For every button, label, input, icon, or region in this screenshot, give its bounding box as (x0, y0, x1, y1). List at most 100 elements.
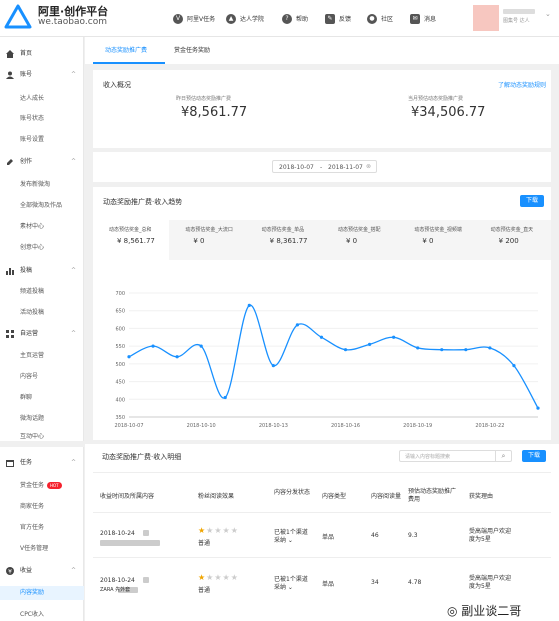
trend-title: 动态奖励推广费·收入趋势 (103, 198, 183, 206)
x-tick-label: 2018-10-10 (187, 423, 216, 429)
nav-v-task[interactable]: V 阿里V任务 (173, 0, 215, 37)
metric-tab[interactable]: 动态预估奖金_大流口 ¥ 0 (169, 220, 246, 260)
sidebar-item-all-works[interactable]: 全部微淘及作品 (0, 199, 84, 213)
sidebar-item-home[interactable]: 首页 (0, 47, 84, 61)
col-header-fan-effect: 粉丝阅读效果 (198, 493, 235, 500)
col-header-reason: 获奖理由 (469, 493, 494, 500)
data-point[interactable] (127, 355, 131, 359)
nav-academy[interactable]: ▲ 达人学院 (226, 0, 264, 37)
metric-tab[interactable]: 动态预估奖金_总和 ¥ 8,561.77 (93, 220, 170, 260)
nav-feedback[interactable]: ✎ 反馈 (325, 0, 351, 37)
sidebar-item-account-status[interactable]: 账号状态 (0, 112, 84, 126)
data-point[interactable] (488, 346, 492, 350)
data-point[interactable] (247, 303, 251, 307)
data-point[interactable] (271, 364, 275, 368)
sidebar-item-topics[interactable]: 微淘话题 (0, 412, 84, 426)
sidebar-item-ideas[interactable]: 创意中心 (0, 241, 84, 255)
date-range-picker[interactable]: 2018-10-07 - 2018-11-07 ⊗ (272, 160, 377, 173)
sidebar-item-account-settings[interactable]: 账号设置 (0, 133, 84, 147)
chevron-up-icon: ^ (70, 567, 76, 574)
metric-value: ¥ 0 (422, 237, 434, 245)
sidebar-item-publish[interactable]: 发布新微淘 (0, 178, 84, 192)
clear-icon[interactable]: ⊗ (366, 163, 371, 170)
end-date[interactable]: 2018-11-07 (328, 164, 363, 171)
feedback-icon: ✎ (325, 13, 335, 24)
chevron-up-icon: ^ (70, 267, 76, 274)
data-point[interactable] (536, 406, 540, 410)
sidebar-group-create[interactable]: 创作 ^ (0, 155, 84, 169)
nav-help[interactable]: ? 帮助 (282, 0, 308, 37)
data-point[interactable] (392, 335, 396, 339)
details-download-button[interactable]: 下载 (522, 450, 546, 462)
sidebar-group-operation[interactable]: 自运营 ^ (0, 327, 84, 341)
sidebar-group-task[interactable]: 任务 ^ (0, 456, 84, 470)
sidebar-item-content-reward[interactable]: 内容奖励 (0, 586, 84, 600)
data-point[interactable] (416, 346, 420, 350)
row-title[interactable]: ZARA 先外套 (100, 586, 130, 593)
sidebar-item-materials[interactable]: 素材中心 (0, 220, 84, 234)
top-bar: 阿里·创作平台 we.taobao.com V 阿里V任务 ▲ 达人学院 ? 帮助 ✎… (0, 0, 559, 37)
content-thumbnail[interactable] (143, 530, 149, 536)
start-date[interactable]: 2018-10-07 (279, 164, 314, 171)
data-point[interactable] (199, 344, 203, 348)
sidebar-item-v-task-manage[interactable]: V任务管理 (0, 542, 84, 556)
nav-messages[interactable]: ✉ 消息 (410, 0, 436, 37)
home-icon (6, 50, 14, 58)
row-rating-text: 普通 (198, 540, 211, 547)
tab-bar: 动态奖励推广费 赏金任务奖励 (85, 37, 559, 64)
sidebar-item-growth[interactable]: 达人成长 (0, 92, 84, 106)
data-point[interactable] (151, 344, 155, 348)
sidebar-item-channel-delivery[interactable]: 频道投稿 (0, 285, 84, 299)
sidebar-item-cpc-income[interactable]: CPC收入 (0, 608, 84, 621)
content-thumbnail[interactable] (143, 577, 149, 583)
row-date: 2018-10-24 (100, 577, 135, 584)
data-point[interactable] (175, 355, 179, 359)
x-tick-label: 2018-10-16 (331, 423, 360, 429)
tab-bounty-reward[interactable]: 赏金任务奖励 (174, 45, 210, 54)
trend-line-chart: 700 650 600 550 500 450 400 350 2018-10-07 2018-1… (114, 291, 540, 429)
sidebar-item-official-task[interactable]: 官方任务 (0, 521, 84, 535)
user-avatar[interactable] (473, 5, 499, 31)
sidebar-item-event-delivery[interactable]: 活动投稿 (0, 306, 84, 320)
tab-dynamic-reward[interactable]: 动态奖励推广费 (105, 45, 147, 54)
row-reads: 34 (371, 579, 379, 586)
sidebar-item-group-chat[interactable]: 群聊 (0, 391, 84, 405)
coin-icon: ¥ (6, 567, 14, 575)
row-status[interactable]: 已被1个渠道采纳 ⌄ (274, 576, 310, 592)
sidebar-group-income[interactable]: ¥ 收益 ^ (0, 564, 84, 578)
data-point[interactable] (367, 342, 372, 346)
chevron-down-icon[interactable]: ⌄ (545, 10, 551, 18)
nav-community[interactable]: ● 社区 (367, 0, 393, 37)
data-point[interactable] (295, 323, 300, 327)
sidebar-item-interaction[interactable]: 互动中心 (0, 433, 84, 441)
sidebar-item-bounty-task[interactable]: 赏金任务 HOT (0, 479, 84, 493)
data-point[interactable] (512, 364, 516, 368)
sidebar-item-merchant-task[interactable]: 商家任务 (0, 500, 84, 514)
metric-tab[interactable]: 动态预估奖金_视频端 ¥ 0 (398, 220, 475, 260)
data-point[interactable] (464, 348, 468, 352)
sidebar-group-delivery[interactable]: 投稿 ^ (0, 264, 84, 278)
sidebar-item-content-account[interactable]: 内容号 (0, 370, 84, 384)
wechat-icon: ◎ (447, 604, 462, 618)
reward-rules-link[interactable]: 了解动态奖励规则 (498, 80, 546, 89)
ali-logo-icon[interactable] (4, 3, 32, 31)
metric-tab[interactable]: 动态预估奖金_搭配 ¥ 0 (322, 220, 399, 260)
metric-tab[interactable]: 动态预估奖金_直天 ¥ 200 (474, 220, 551, 260)
chevron-down-icon: ⌄ (286, 584, 293, 591)
data-point[interactable] (440, 348, 444, 352)
user-name-blurred (503, 9, 535, 14)
sidebar-item-homepage-ops[interactable]: 主页运营 (0, 349, 84, 363)
search-icon[interactable]: ⌕ (495, 451, 511, 461)
sidebar-group-account[interactable]: 账号 ^ (0, 68, 84, 82)
data-point[interactable] (223, 395, 227, 400)
content-title-blurred[interactable] (100, 540, 160, 546)
search-input[interactable]: 请输入内容标题搜索 ⌕ (399, 450, 512, 462)
metric-tab[interactable]: 动态预估奖金_单品 ¥ 8,361.77 (245, 220, 322, 260)
sidebar: 首页 账号 ^ 达人成长 账号状态 账号设置 创作 ^ 发布新微淘 全部微淘及作品 … (0, 37, 84, 621)
data-point[interactable] (319, 335, 324, 339)
trend-download-button[interactable]: 下载 (520, 195, 544, 207)
chevron-up-icon: ^ (70, 71, 76, 78)
row-status[interactable]: 已被1个渠道采纳 ⌄ (274, 529, 310, 545)
details-title: 动态奖励推广费·收入明细 (102, 453, 182, 461)
data-point[interactable] (343, 348, 348, 352)
